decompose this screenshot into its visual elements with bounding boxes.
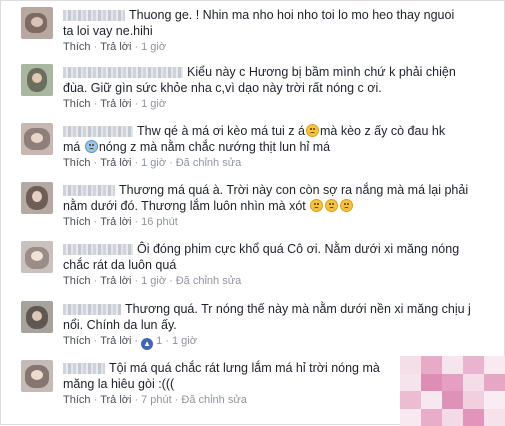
sad-face-emoji-icon xyxy=(325,199,339,212)
commenter-name[interactable] xyxy=(63,304,121,316)
reply-link[interactable]: Trả lời xyxy=(100,41,131,53)
comment-text-part: nằm dưới đó. Thương lắm luôn nhìn mà xót xyxy=(63,199,306,213)
pixelated-censor-overlay xyxy=(400,356,505,426)
separator: · xyxy=(93,157,98,169)
reply-link[interactable]: Trả lời xyxy=(100,394,131,406)
separator: · xyxy=(93,216,98,228)
avatar[interactable] xyxy=(21,360,53,392)
separator: · xyxy=(134,335,139,347)
comment-text-cont: nằm dưới đó. Thương lắm luôn nhìn mà xót xyxy=(63,198,492,214)
like-link[interactable]: Thích xyxy=(63,394,91,406)
commenter-name[interactable] xyxy=(63,10,125,22)
edited-label[interactable]: Đã chỉnh sửa xyxy=(176,157,241,169)
edited-label[interactable]: Đã chỉnh sửa xyxy=(181,394,246,406)
comment-text-cont: chắc rát da luôn quá xyxy=(63,258,177,272)
separator: · xyxy=(93,41,98,53)
reply-link[interactable]: Trả lời xyxy=(100,275,131,287)
comment-text-cont: nổi. Chính da lun ấy. xyxy=(63,318,177,332)
commenter-name[interactable] xyxy=(63,244,133,256)
avatar[interactable] xyxy=(21,241,53,273)
comment-actions: Thích · Trả lời · 1 giờ · Đã chỉnh sửa xyxy=(63,156,492,170)
comment-text-part: má xyxy=(63,140,81,154)
comment-actions: Thích · Trả lời · 1 giờ xyxy=(63,97,492,111)
comment-text-after-emoji: mà kèo z ấy cò đau hk xyxy=(320,124,446,138)
like-link[interactable]: Thích xyxy=(63,41,91,53)
comment-actions: Thích · Trả lời · 7 phút · Đã chỉnh sửa xyxy=(63,393,394,407)
timestamp[interactable]: 1 giờ xyxy=(141,98,166,110)
comment-actions: Thích · Trả lời · 1 giờ xyxy=(63,40,492,54)
comment-thread: Thuong ge. ! Nhin ma nho hoi nho toi lo … xyxy=(0,0,505,426)
commenter-name[interactable] xyxy=(63,185,115,197)
reply-link[interactable]: Trả lời xyxy=(100,335,131,347)
like-link[interactable]: Thích xyxy=(63,216,91,228)
timestamp[interactable]: 7 phút xyxy=(141,394,172,406)
separator: · xyxy=(93,335,98,347)
separator: · xyxy=(134,98,139,110)
like-link[interactable]: Thích xyxy=(63,335,91,347)
timestamp[interactable]: 16 phút xyxy=(141,216,178,228)
separator: · xyxy=(93,275,98,287)
comment-text: Thw qé à má ơi kèo má tui z á xyxy=(137,124,305,138)
comment-text-cont: ta loi vay ne.hihi xyxy=(63,24,153,38)
like-link[interactable]: Thích xyxy=(63,98,91,110)
separator: · xyxy=(134,41,139,53)
sad-face-emoji-icon xyxy=(340,199,354,212)
reply-link[interactable]: Trả lời xyxy=(100,216,131,228)
reply-link[interactable]: Trả lời xyxy=(100,98,131,110)
timestamp[interactable]: 1 giờ xyxy=(141,157,166,169)
like-link[interactable]: Thích xyxy=(63,157,91,169)
separator: · xyxy=(169,157,173,169)
commenter-name[interactable] xyxy=(63,126,133,138)
avatar[interactable] xyxy=(21,7,53,39)
separator: · xyxy=(93,394,98,406)
like-count[interactable]: 1 xyxy=(156,335,162,347)
avatar[interactable] xyxy=(21,64,53,96)
comment-text: Kiểu này c Hương bị bầm mình chứ k phải … xyxy=(187,65,456,79)
separator: · xyxy=(134,394,139,406)
sad-face-emoji-icon xyxy=(306,124,319,137)
separator: · xyxy=(134,275,139,287)
comment-text-cont: măng la hiêu gòi :((( xyxy=(63,377,175,391)
reply-link[interactable]: Trả lời xyxy=(100,157,131,169)
avatar[interactable] xyxy=(21,301,53,333)
fearful-face-emoji-icon xyxy=(84,140,98,153)
comment-text: Tội má quá chắc rát lưng lắm má hỉ trời … xyxy=(109,361,380,375)
comment-actions: Thích · Trả lời · ▲ 1 · 1 giờ xyxy=(63,334,492,350)
comment-text-cont: má nóng z mà nằm chắc nướng thịt lun hỉ … xyxy=(63,139,492,155)
comment-text: Thương quá. Tr nóng thế này mà nằm dưới … xyxy=(125,302,471,316)
separator: · xyxy=(134,216,139,228)
separator: · xyxy=(165,335,169,347)
avatar[interactable] xyxy=(21,123,53,155)
avatar[interactable] xyxy=(21,182,53,214)
comment-actions: Thích · Trả lời · 16 phút xyxy=(63,215,492,229)
commenter-name[interactable] xyxy=(63,67,183,79)
timestamp[interactable]: 1 giờ xyxy=(141,41,166,53)
comment-text: Thuong ge. ! Nhin ma nho hoi nho toi lo … xyxy=(129,8,455,22)
separator: · xyxy=(134,157,139,169)
separator: · xyxy=(174,394,179,406)
separator: · xyxy=(169,275,173,287)
edited-label[interactable]: Đã chỉnh sửa xyxy=(176,275,241,287)
comment-text-cont: đùa. Giữ gìn sức khỏe nha c,vì dạo này t… xyxy=(63,81,382,95)
timestamp[interactable]: 1 giờ xyxy=(172,335,197,347)
separator: · xyxy=(93,98,98,110)
sad-face-emoji-icon xyxy=(310,199,324,212)
commenter-name[interactable] xyxy=(63,363,105,375)
comment-text: Ôi đóng phim cực khổ quá Cô ơi. Nằm dưới… xyxy=(137,242,460,256)
comment-text-part: nóng z mà nằm chắc nướng thịt lun hỉ má xyxy=(98,140,331,154)
comment-text: Thương má quá à. Trời này con còn sợ ra … xyxy=(119,183,469,197)
like-link[interactable]: Thích xyxy=(63,275,91,287)
comment-actions: Thích · Trả lời · 1 giờ · Đã chỉnh sửa xyxy=(63,274,492,288)
thumbs-up-icon: ▲ xyxy=(141,338,154,350)
timestamp[interactable]: 1 giờ xyxy=(141,275,166,287)
